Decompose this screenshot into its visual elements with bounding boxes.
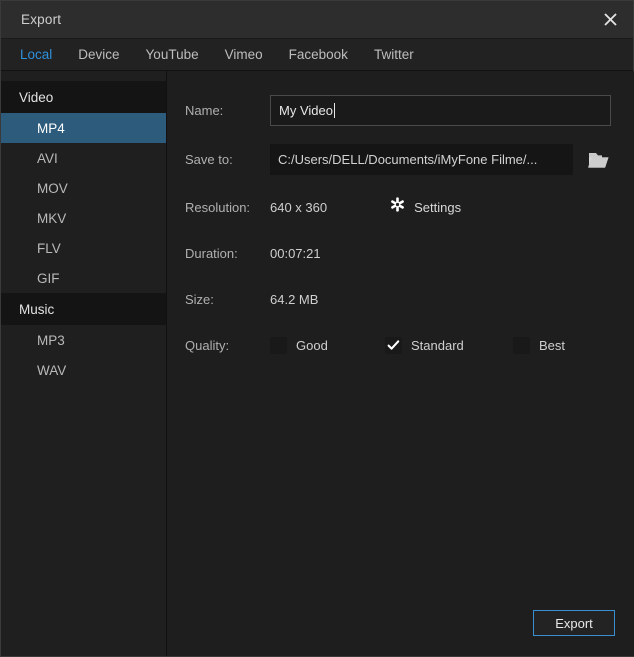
save-to-input[interactable]: C:/Users/DELL/Documents/iMyFone Filme/..…: [270, 144, 573, 175]
sidebar-item-flv[interactable]: FLV: [1, 233, 166, 263]
sidebar-group-music: Music: [1, 293, 166, 325]
folder-icon[interactable]: [585, 145, 615, 175]
titlebar: Export: [1, 1, 633, 39]
resolution-value: 640 x 360: [270, 199, 328, 215]
sidebar-item-mkv[interactable]: MKV: [1, 203, 166, 233]
quality-label: Quality:: [185, 337, 230, 353]
close-icon[interactable]: [587, 1, 633, 38]
sidebar-item-mp4-label: MP4: [37, 120, 65, 136]
sidebar-item-avi[interactable]: AVI: [1, 143, 166, 173]
sidebar-group-video: Video: [1, 81, 166, 113]
duration-label: Duration:: [185, 245, 238, 261]
sidebar-item-mp3[interactable]: MP3: [1, 325, 166, 355]
tab-youtube[interactable]: YouTube: [146, 47, 199, 62]
sidebar-item-mp3-label: MP3: [37, 332, 65, 348]
checkbox-best[interactable]: [513, 336, 530, 354]
export-button-label: Export: [555, 615, 593, 631]
row-name: Name: My Video: [185, 95, 615, 126]
tab-facebook[interactable]: Facebook: [289, 47, 348, 62]
tab-twitter[interactable]: Twitter: [374, 47, 414, 62]
tab-local[interactable]: Local: [20, 47, 52, 62]
sidebar-item-wav-label: WAV: [37, 362, 67, 378]
sidebar-item-flv-label: FLV: [37, 240, 61, 256]
sidebar-item-wav[interactable]: WAV: [1, 355, 166, 385]
quality-option-standard[interactable]: Standard: [385, 336, 513, 354]
resolution-label: Resolution:: [185, 199, 251, 215]
sidebar-group-music-label: Music: [19, 301, 55, 317]
quality-option-best-label: Best: [539, 337, 566, 353]
quality-option-standard-label: Standard: [411, 337, 464, 353]
export-button[interactable]: Export: [533, 610, 615, 636]
duration-value: 00:07:21: [270, 245, 321, 261]
sidebar-item-mkv-label: MKV: [37, 210, 67, 226]
name-input-value: My Video: [279, 103, 333, 118]
settings-label: Settings: [414, 199, 462, 215]
name-label: Name:: [185, 103, 224, 118]
sidebar-item-mov[interactable]: MOV: [1, 173, 166, 203]
quality-option-good[interactable]: Good: [270, 336, 385, 354]
tab-bar: Local Device YouTube Vimeo Facebook Twit…: [1, 39, 633, 71]
export-settings-panel: Name: My Video Save to: C:/Users/DELL/Do…: [167, 71, 634, 656]
dialog-title: Export: [21, 12, 62, 27]
dialog-body: Video MP4 AVI MOV MKV FLV GIF Music MP3 …: [1, 71, 634, 656]
tab-device[interactable]: Device: [78, 47, 119, 62]
format-sidebar: Video MP4 AVI MOV MKV FLV GIF Music MP3 …: [1, 71, 167, 656]
row-resolution: Resolution: 640 x 360 Settings: [185, 195, 615, 219]
checkbox-good[interactable]: [270, 336, 287, 354]
gear-icon: [390, 197, 405, 217]
sidebar-item-gif[interactable]: GIF: [1, 263, 166, 293]
settings-button[interactable]: Settings: [390, 197, 461, 217]
save-to-label: Save to:: [185, 152, 233, 167]
quality-option-best[interactable]: Best: [513, 336, 566, 354]
row-size: Size: 64.2 MB: [185, 287, 615, 311]
size-value: 64.2 MB: [270, 291, 319, 307]
sidebar-item-mp4[interactable]: MP4: [1, 113, 166, 143]
checkbox-standard[interactable]: [385, 336, 402, 354]
check-icon: [387, 339, 400, 350]
row-save-to: Save to: C:/Users/DELL/Documents/iMyFone…: [185, 144, 615, 175]
sidebar-group-video-label: Video: [19, 89, 54, 105]
sidebar-item-avi-label: AVI: [37, 150, 58, 166]
export-dialog: Export Local Device YouTube Vimeo Facebo…: [0, 0, 634, 657]
size-label: Size:: [185, 291, 214, 307]
save-to-value: C:/Users/DELL/Documents/iMyFone Filme/..…: [278, 152, 538, 167]
row-quality: Quality: Good Standard Best: [185, 333, 615, 357]
sidebar-item-gif-label: GIF: [37, 270, 60, 286]
sidebar-item-mov-label: MOV: [37, 180, 68, 196]
name-input[interactable]: My Video: [270, 95, 611, 126]
quality-option-good-label: Good: [296, 337, 328, 353]
tab-vimeo[interactable]: Vimeo: [225, 47, 263, 62]
text-caret: [333, 103, 335, 118]
row-duration: Duration: 00:07:21: [185, 241, 615, 265]
